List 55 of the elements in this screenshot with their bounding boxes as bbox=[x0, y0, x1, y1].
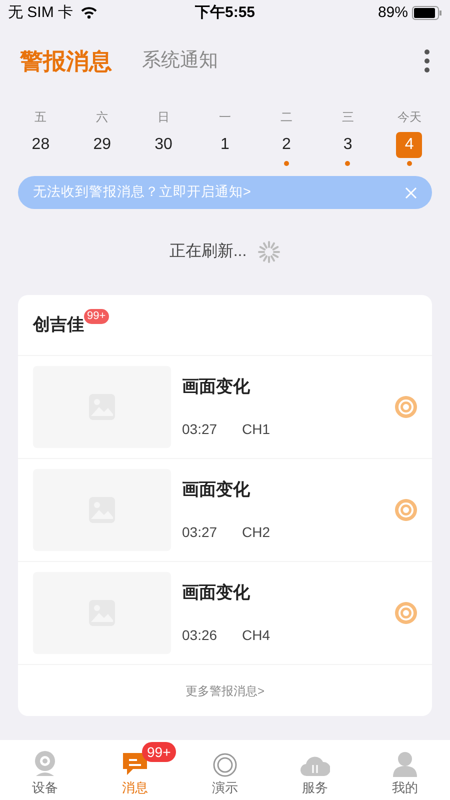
alert-row[interactable]: 画面变化 03:27 CH1 bbox=[18, 355, 432, 458]
camera-icon bbox=[33, 750, 57, 778]
nav-tab[interactable]: 服务 bbox=[270, 740, 360, 800]
alert-title: 画面变化 bbox=[182, 582, 251, 604]
carrier-text: 无 SIM 卡 bbox=[8, 2, 74, 23]
date-button[interactable]: 30 bbox=[150, 132, 177, 158]
alert-time: 03:26 bbox=[182, 626, 218, 646]
refresh-text: 正在刷新... bbox=[169, 242, 247, 262]
alert-channel: CH1 bbox=[242, 420, 270, 440]
weekday-label: 五 bbox=[34, 109, 47, 126]
more-icon[interactable] bbox=[424, 49, 430, 73]
person-icon bbox=[392, 750, 418, 778]
alert-channel: CH2 bbox=[242, 523, 270, 542]
alert-title: 画面变化 bbox=[182, 478, 251, 501]
alert-channel: CH4 bbox=[242, 626, 270, 646]
weekday-label: 一 bbox=[218, 109, 231, 126]
nav-tab[interactable]: 演示 bbox=[180, 740, 270, 800]
date-button[interactable]: 2 bbox=[273, 132, 300, 158]
spinner-icon bbox=[256, 240, 281, 264]
calendar-day[interactable]: 六 29 bbox=[71, 108, 133, 168]
alert-row[interactable]: 画面变化 03:26 CH4 bbox=[18, 561, 432, 664]
more-alerts-link[interactable]: 更多警报消息> bbox=[185, 682, 264, 700]
weekday-label: 今天 bbox=[397, 109, 422, 126]
close-icon[interactable] bbox=[405, 186, 417, 198]
nav-tab[interactable]: 设备 bbox=[0, 740, 90, 800]
calendar-day[interactable]: 五 28 bbox=[10, 108, 72, 168]
nav-badge: 99+ bbox=[142, 742, 176, 762]
alert-time: 03:27 bbox=[182, 523, 218, 542]
ring-icon bbox=[212, 752, 238, 778]
clock-text: 下午5:55 bbox=[194, 2, 256, 23]
weekday-label: 日 bbox=[158, 109, 170, 126]
weekday-label: 三 bbox=[342, 109, 354, 126]
date-button[interactable]: 28 bbox=[28, 132, 54, 158]
calendar-day[interactable]: 一 1 bbox=[194, 108, 256, 168]
weekday-label: 六 bbox=[96, 109, 108, 126]
battery-icon bbox=[412, 6, 442, 20]
playback-icon[interactable] bbox=[395, 396, 417, 418]
calendar-day[interactable]: 三 3 bbox=[317, 108, 379, 168]
date-button[interactable]: 3 bbox=[334, 132, 361, 158]
date-button[interactable]: 1 bbox=[212, 132, 238, 158]
playback-icon[interactable] bbox=[395, 499, 417, 521]
alert-time: 03:27 bbox=[182, 420, 218, 440]
calendar-day[interactable]: 日 30 bbox=[132, 108, 194, 168]
alert-title: 画面变化 bbox=[182, 376, 251, 398]
calendar-day[interactable]: 二 2 bbox=[256, 108, 318, 168]
wifi-icon bbox=[81, 7, 98, 19]
nav-tab[interactable]: 消息 99+ bbox=[90, 740, 180, 800]
battery-text: 89% bbox=[378, 2, 408, 23]
count-badge: 99+ bbox=[84, 308, 109, 324]
device-name: 创吉佳 bbox=[33, 314, 84, 336]
nav-tab[interactable]: 我的 bbox=[360, 740, 450, 800]
playback-icon[interactable] bbox=[395, 602, 417, 624]
weekday-label: 二 bbox=[280, 109, 292, 126]
date-button[interactable]: 29 bbox=[89, 132, 116, 158]
alert-row[interactable]: 画面变化 03:27 CH2 bbox=[18, 458, 432, 561]
